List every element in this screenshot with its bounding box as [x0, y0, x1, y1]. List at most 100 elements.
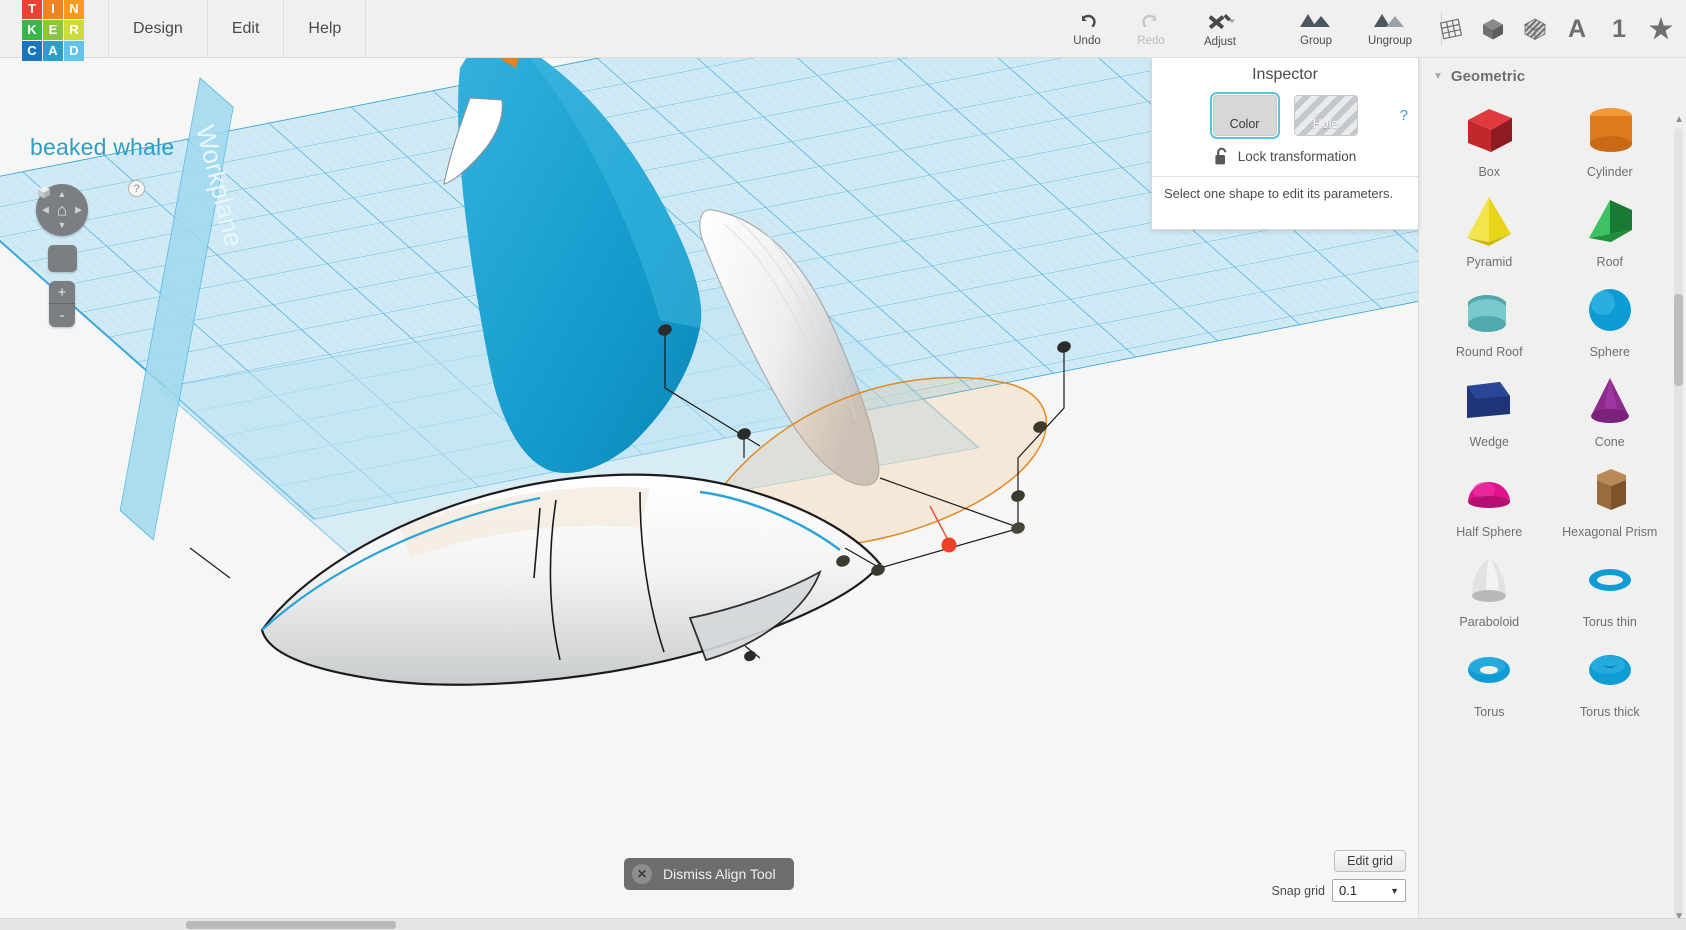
- close-icon: ✕: [632, 864, 652, 884]
- adjust-label: Adjust: [1204, 35, 1236, 48]
- shape-label: Roof: [1596, 255, 1623, 269]
- group-button[interactable]: Group: [1279, 1, 1353, 57]
- active-align-handle: [941, 537, 957, 553]
- striped-cube-icon[interactable]: [1520, 14, 1550, 44]
- project-title[interactable]: beaked whale: [30, 134, 174, 161]
- viewport-help-button[interactable]: ?: [128, 180, 145, 197]
- hole-mode-button[interactable]: Hole: [1293, 95, 1358, 136]
- unlock-icon: [1215, 147, 1227, 165]
- lock-transformation-toggle[interactable]: Lock transformation: [1152, 147, 1418, 166]
- shape-roof[interactable]: Roof: [1550, 185, 1671, 269]
- ungroup-button[interactable]: Ungroup: [1353, 1, 1427, 57]
- workplane-icon[interactable]: [1436, 14, 1466, 44]
- number-one-icon[interactable]: 1: [1604, 14, 1634, 44]
- shape-box[interactable]: Box: [1429, 95, 1550, 179]
- adjust-button[interactable]: Adjust: [1183, 1, 1257, 57]
- menu-design[interactable]: Design: [108, 0, 208, 58]
- inspector-mode-row: Color Hole ?: [1152, 92, 1418, 139]
- view-icons: A 1 ★: [1436, 0, 1676, 58]
- chevron-down-icon: ▼: [1433, 71, 1443, 82]
- cube-icon: [38, 186, 50, 199]
- view-navigation-widget: ⌂ ▲ ▼ ◀ ▶ + - ?: [36, 180, 145, 327]
- shape-label: Paraboloid: [1459, 615, 1520, 629]
- redo-icon: [1142, 13, 1158, 27]
- shape-half-sphere[interactable]: Half Sphere: [1429, 455, 1550, 539]
- color-mode-button[interactable]: Color: [1209, 92, 1280, 139]
- orbit-right-arrow-icon[interactable]: ▶: [75, 205, 82, 215]
- dismiss-align-tool-button[interactable]: ✕ Dismiss Align Tool: [624, 858, 794, 890]
- home-view-icon[interactable]: ⌂: [57, 202, 67, 219]
- shape-torus-thin[interactable]: Torus thin: [1550, 545, 1671, 629]
- menu-help[interactable]: Help: [284, 0, 367, 58]
- collapse-panel-button[interactable]: ❯: [1418, 430, 1419, 476]
- shapes-grid: Box Cylinder Pyramid Roof Round Roof Sph…: [1419, 91, 1686, 719]
- scroll-up-caret-icon[interactable]: ▲: [1674, 114, 1684, 125]
- inspector-help-icon[interactable]: ?: [1400, 107, 1408, 124]
- zoom-out-button[interactable]: -: [49, 304, 75, 327]
- edit-tools: Undo Redo Adjust Group Ungroup: [1055, 0, 1452, 58]
- shape-sphere[interactable]: Sphere: [1550, 275, 1671, 359]
- logo-letter-a: A: [43, 40, 63, 61]
- shape-label: Torus thick: [1579, 705, 1640, 719]
- shape-label: Cone: [1594, 435, 1625, 449]
- shape-paraboloid[interactable]: Paraboloid: [1429, 545, 1550, 629]
- shape-round-roof[interactable]: Round Roof: [1429, 275, 1550, 359]
- undo-icon: [1080, 13, 1096, 27]
- bottom-scroll-thumb[interactable]: [186, 921, 396, 929]
- hexprism-icon: [1576, 459, 1644, 521]
- shape-label: Pyramid: [1466, 255, 1513, 269]
- box-icon: [1455, 99, 1523, 161]
- ungroup-label: Ungroup: [1367, 34, 1413, 47]
- shape-label: Cylinder: [1586, 165, 1633, 179]
- top-toolbar: TINKERCAD Design Edit Help Undo Redo Adj…: [0, 0, 1686, 61]
- solid-cube-icon[interactable]: [1478, 14, 1508, 44]
- shape-label: Hexagonal Prism: [1562, 525, 1658, 539]
- edit-grid-button[interactable]: Edit grid: [1334, 850, 1406, 872]
- undo-button[interactable]: Undo: [1055, 1, 1119, 57]
- tinkercad-app: TINKERCAD Design Edit Help Undo Redo Adj…: [0, 0, 1686, 930]
- shape-pyramid[interactable]: Pyramid: [1429, 185, 1550, 269]
- shape-wedge[interactable]: Wedge: [1429, 365, 1550, 449]
- shape-label: Torus: [1473, 705, 1505, 719]
- chevron-down-icon: ▼: [1390, 885, 1399, 896]
- cylinder-icon: [1576, 99, 1644, 161]
- menu-edit[interactable]: Edit: [208, 0, 285, 58]
- tinkercad-logo[interactable]: TIN KER CAD: [22, 0, 84, 61]
- orbit-down-arrow-icon[interactable]: ▼: [58, 221, 67, 230]
- cone-icon: [1576, 369, 1644, 431]
- shape-label: Round Roof: [1455, 345, 1523, 359]
- orbit-up-arrow-icon[interactable]: ▲: [58, 190, 67, 199]
- undo-label: Undo: [1073, 34, 1101, 47]
- orbit-left-arrow-icon[interactable]: ◀: [42, 205, 49, 215]
- shape-label: Wedge: [1469, 435, 1509, 449]
- hole-mode-label: Hole: [1312, 117, 1339, 131]
- shape-label: Box: [1478, 165, 1501, 179]
- color-mode-label: Color: [1229, 117, 1260, 131]
- shape-torus[interactable]: Torus: [1429, 635, 1550, 719]
- shapes-section-header[interactable]: ▼ Geometric: [1419, 58, 1686, 91]
- shape-label: Sphere: [1589, 345, 1630, 359]
- shape-torus-thick[interactable]: Torus thick: [1550, 635, 1671, 719]
- logo-letter-c: C: [22, 40, 42, 61]
- paraboloid-icon: [1455, 549, 1523, 611]
- shape-hexagonal-prism[interactable]: Hexagonal Prism: [1550, 455, 1671, 539]
- zoom-in-button[interactable]: +: [49, 281, 75, 304]
- dismiss-align-tool-label: Dismiss Align Tool: [663, 866, 776, 882]
- ungroup-icon: [1374, 13, 1404, 27]
- fit-view-cube-button[interactable]: [38, 186, 77, 272]
- shapes-scrollbar-thumb[interactable]: [1674, 294, 1683, 386]
- shape-cone[interactable]: Cone: [1550, 365, 1671, 449]
- torus-icon: [1455, 639, 1523, 701]
- lock-transformation-label: Lock transformation: [1237, 149, 1357, 164]
- star-icon[interactable]: ★: [1646, 14, 1676, 44]
- snap-grid-label: Snap grid: [1271, 883, 1325, 898]
- logo-letter-r: R: [64, 19, 84, 40]
- wedge-icon: [1455, 369, 1523, 431]
- redo-button[interactable]: Redo: [1119, 1, 1183, 57]
- shapes-scrollbar-track[interactable]: [1674, 128, 1683, 918]
- logo-letter-e: E: [43, 19, 63, 40]
- inspector-note: Select one shape to edit its parameters.: [1152, 176, 1418, 201]
- snap-grid-select[interactable]: 0.1 ▼: [1332, 879, 1406, 902]
- text-a-icon[interactable]: A: [1562, 14, 1592, 44]
- shape-cylinder[interactable]: Cylinder: [1550, 95, 1671, 179]
